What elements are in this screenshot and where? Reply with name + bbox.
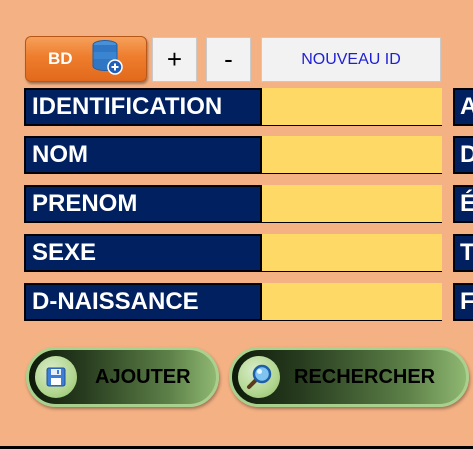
- right-label-t: T: [453, 234, 473, 272]
- right-label-e: É: [453, 185, 473, 223]
- sexe-label: SEXE: [24, 234, 260, 272]
- right-label-f: F: [453, 283, 473, 321]
- nom-field[interactable]: [260, 136, 442, 174]
- identification-field[interactable]: [260, 88, 442, 126]
- right-label-d: D: [453, 136, 473, 174]
- search-button[interactable]: RECHERCHER: [229, 347, 469, 407]
- form-row-nom: NOM D: [24, 136, 473, 174]
- identification-label: IDENTIFICATION: [24, 88, 260, 126]
- right-label-a: A: [453, 88, 473, 126]
- form-row-d-naissance: D-NAISSANCE F: [24, 283, 473, 321]
- nom-label: NOM: [24, 136, 260, 174]
- prenom-field[interactable]: [260, 185, 442, 223]
- save-icon: [35, 356, 77, 398]
- form-row-identification: IDENTIFICATION A: [24, 88, 473, 126]
- new-id-button[interactable]: NOUVEAU ID: [261, 37, 441, 82]
- d-naissance-label: D-NAISSANCE: [24, 283, 260, 321]
- add-button-label: AJOUTER: [95, 365, 191, 388]
- add-button[interactable]: AJOUTER: [26, 347, 219, 407]
- form-row-prenom: PRENOM É: [24, 185, 473, 223]
- database-add-icon: [90, 39, 124, 80]
- form-row-sexe: SEXE T: [24, 234, 473, 272]
- magnifier-icon: [238, 356, 280, 398]
- database-button-label: BD: [48, 49, 73, 68]
- database-button[interactable]: BD: [25, 36, 147, 82]
- d-naissance-field[interactable]: [260, 283, 442, 321]
- plus-button[interactable]: +: [152, 37, 197, 82]
- prenom-label: PRENOM: [24, 185, 260, 223]
- minus-button[interactable]: -: [206, 37, 251, 82]
- search-button-label: RECHERCHER: [294, 365, 436, 388]
- sexe-field[interactable]: [260, 234, 442, 272]
